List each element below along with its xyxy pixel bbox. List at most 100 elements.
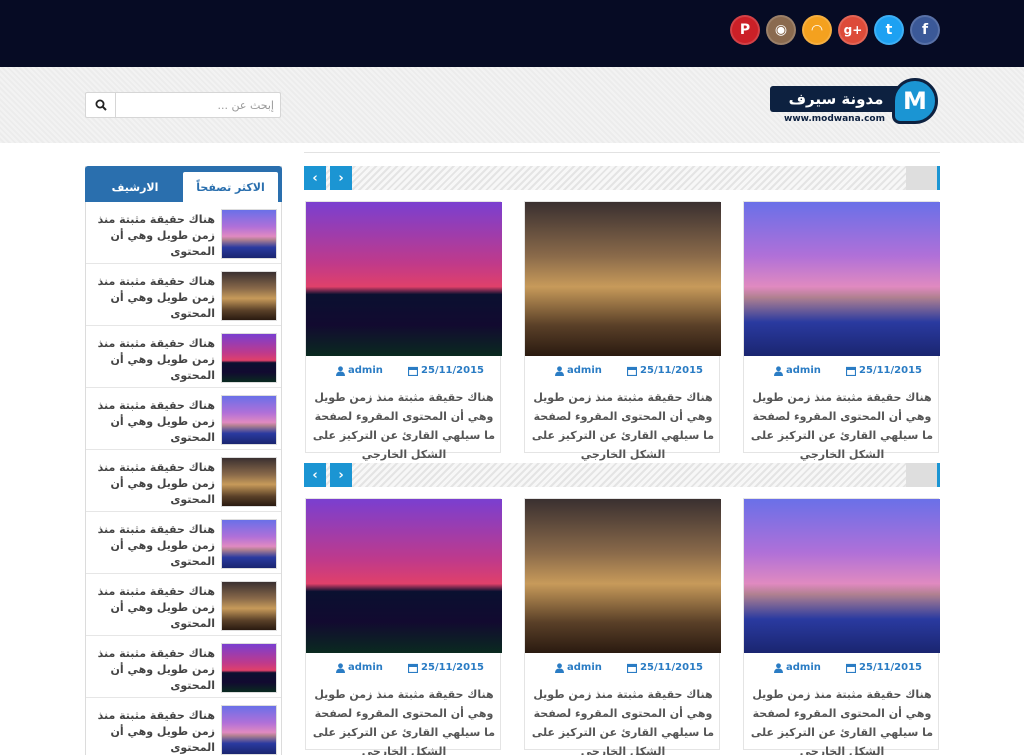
post-thumbnail[interactable] [221,519,277,569]
post-author[interactable]: admin [555,365,602,376]
post-author[interactable]: admin [774,662,821,673]
post-excerpt[interactable]: هناك حقيقة مثبتة منذ زمن طويل وهي أن الم… [310,685,498,755]
post-image[interactable] [744,499,940,653]
post-author-text[interactable]: admin [567,365,602,376]
sidebar-tabs: الاكثر تصفحاً الارشيف [85,166,282,202]
post-author-text[interactable]: admin [567,662,602,673]
sidebar-post-item[interactable]: هناك حقيقة مثبتة منذ زمن طويل وهي أن الم… [86,202,281,264]
sidebar-post-title[interactable]: هناك حقيقة مثبتة منذ زمن طويل وهي أن الم… [89,336,215,384]
sidebar-post-title[interactable]: هناك حقيقة مثبتة منذ زمن طويل وهي أن الم… [89,274,215,322]
post-author-text[interactable]: admin [348,662,383,673]
post-meta: 25/11/2015 admin [306,356,502,384]
post-thumbnail[interactable] [221,209,277,259]
post-card[interactable]: 25/11/2015 admin هناك حقيقة مثبتة منذ زمن … [305,498,502,755]
calendar-icon [408,366,419,376]
search-box [85,92,281,118]
post-author[interactable]: admin [336,365,383,376]
post-excerpt[interactable]: هناك حقيقة مثبتة منذ زمن طويل وهي أن الم… [748,685,936,755]
sidebar-post-title[interactable]: هناك حقيقة مثبتة منذ زمن طويل وهي أن الم… [89,398,215,446]
twitter-icon[interactable]: t [874,15,904,45]
post-author[interactable]: admin [555,662,602,673]
user-icon [336,365,345,376]
sidebar-post-item[interactable]: هناك حقيقة مثبتة منذ زمن طويل وهي أن الم… [86,574,281,636]
post-author-text[interactable]: admin [348,365,383,376]
post-author[interactable]: admin [336,662,383,673]
header: مدونة سيرف M www.modwana.com [0,67,1024,143]
slider-header: ‹ › [304,463,940,487]
sidebar-post-title[interactable]: هناك حقيقة مثبتة منذ زمن طويل وهي أن الم… [89,212,215,260]
search-button[interactable] [86,93,116,117]
post-image[interactable] [525,202,721,356]
post-card[interactable]: 25/11/2015 admin هناك حقيقة مثبتة منذ زمن … [524,201,721,461]
sidebar-post-item[interactable]: هناك حقيقة مثبتة منذ زمن طويل وهي أن الم… [86,698,281,755]
sidebar-post-item[interactable]: هناك حقيقة مثبتة منذ زمن طويل وهي أن الم… [86,388,281,450]
facebook-icon[interactable]: f [910,15,940,45]
calendar-icon [627,366,638,376]
post-date-text: 25/11/2015 [421,365,484,376]
post-thumbnail[interactable] [221,395,277,445]
post-date-text: 25/11/2015 [859,662,922,673]
slider-prev-button[interactable]: ‹ [304,463,326,487]
post-date-text: 25/11/2015 [859,365,922,376]
post-image[interactable] [744,202,940,356]
slider-header: ‹ › [304,166,940,190]
pinterest-icon[interactable]: P [730,15,760,45]
post-image[interactable] [306,202,502,356]
post-card[interactable]: 25/11/2015 admin هناك حقيقة مثبتة منذ زمن … [743,201,940,461]
sidebar-post-item[interactable]: هناك حقيقة مثبتة منذ زمن طويل وهي أن الم… [86,264,281,326]
post-card[interactable]: 25/11/2015 admin هناك حقيقة مثبتة منذ زمن … [524,498,721,755]
post-meta: 25/11/2015 admin [744,356,940,384]
post-date: 25/11/2015 [408,365,484,376]
post-card[interactable]: 25/11/2015 admin هناك حقيقة مثبتة منذ زمن … [305,201,502,461]
tab-most-viewed[interactable]: الاكثر تصفحاً [183,172,278,202]
post-date-text: 25/11/2015 [640,662,703,673]
post-thumbnail[interactable] [221,333,277,383]
post-date: 25/11/2015 [846,662,922,673]
logo-url: www.modwana.com [784,114,885,124]
post-thumbnail[interactable] [221,271,277,321]
post-excerpt[interactable]: هناك حقيقة مثبتة منذ زمن طويل وهي أن الم… [310,388,498,464]
post-thumbnail[interactable] [221,705,277,755]
top-bar: P ◉ ◠ g+ t f [0,0,1024,67]
post-card[interactable]: 25/11/2015 admin هناك حقيقة مثبتة منذ زمن … [743,498,940,755]
slider-prev-button[interactable]: ‹ [304,166,326,190]
sidebar-post-title[interactable]: هناك حقيقة مثبتة منذ زمن طويل وهي أن الم… [89,522,215,570]
site-logo[interactable]: مدونة سيرف M www.modwana.com [770,78,942,128]
post-meta: 25/11/2015 admin [744,653,940,681]
slider-next-button[interactable]: › [330,463,352,487]
post-thumbnail[interactable] [221,457,277,507]
logo-badge-icon: M [892,78,938,124]
sidebar-post-item[interactable]: هناك حقيقة مثبتة منذ زمن طويل وهي أن الم… [86,636,281,698]
main-divider [304,152,940,153]
slider-title-block [906,463,940,487]
post-date: 25/11/2015 [627,365,703,376]
google-plus-icon[interactable]: g+ [838,15,868,45]
post-author-text[interactable]: admin [786,662,821,673]
post-meta: 25/11/2015 admin [525,356,721,384]
post-meta: 25/11/2015 admin [525,653,721,681]
post-author-text[interactable]: admin [786,365,821,376]
post-excerpt[interactable]: هناك حقيقة مثبتة منذ زمن طويل وهي أن الم… [529,685,717,755]
post-thumbnail[interactable] [221,643,277,693]
post-image[interactable] [306,499,502,653]
sidebar-post-item[interactable]: هناك حقيقة مثبتة منذ زمن طويل وهي أن الم… [86,512,281,574]
post-author[interactable]: admin [774,365,821,376]
user-icon [774,662,783,673]
sidebar-post-title[interactable]: هناك حقيقة مثبتة منذ زمن طويل وهي أن الم… [89,584,215,632]
post-date-text: 25/11/2015 [640,365,703,376]
user-icon [774,365,783,376]
rss-icon[interactable]: ◠ [802,15,832,45]
tab-archive[interactable]: الارشيف [89,172,181,202]
sidebar-post-title[interactable]: هناك حقيقة مثبتة منذ زمن طويل وهي أن الم… [89,646,215,694]
sidebar-post-title[interactable]: هناك حقيقة مثبتة منذ زمن طويل وهي أن الم… [89,708,215,755]
post-excerpt[interactable]: هناك حقيقة مثبتة منذ زمن طويل وهي أن الم… [748,388,936,464]
post-excerpt[interactable]: هناك حقيقة مثبتة منذ زمن طويل وهي أن الم… [529,388,717,464]
post-image[interactable] [525,499,721,653]
slider-next-button[interactable]: › [330,166,352,190]
instagram-icon[interactable]: ◉ [766,15,796,45]
sidebar-post-item[interactable]: هناك حقيقة مثبتة منذ زمن طويل وهي أن الم… [86,450,281,512]
post-thumbnail[interactable] [221,581,277,631]
search-input[interactable] [117,93,280,117]
sidebar-post-title[interactable]: هناك حقيقة مثبتة منذ زمن طويل وهي أن الم… [89,460,215,508]
sidebar-post-item[interactable]: هناك حقيقة مثبتة منذ زمن طويل وهي أن الم… [86,326,281,388]
